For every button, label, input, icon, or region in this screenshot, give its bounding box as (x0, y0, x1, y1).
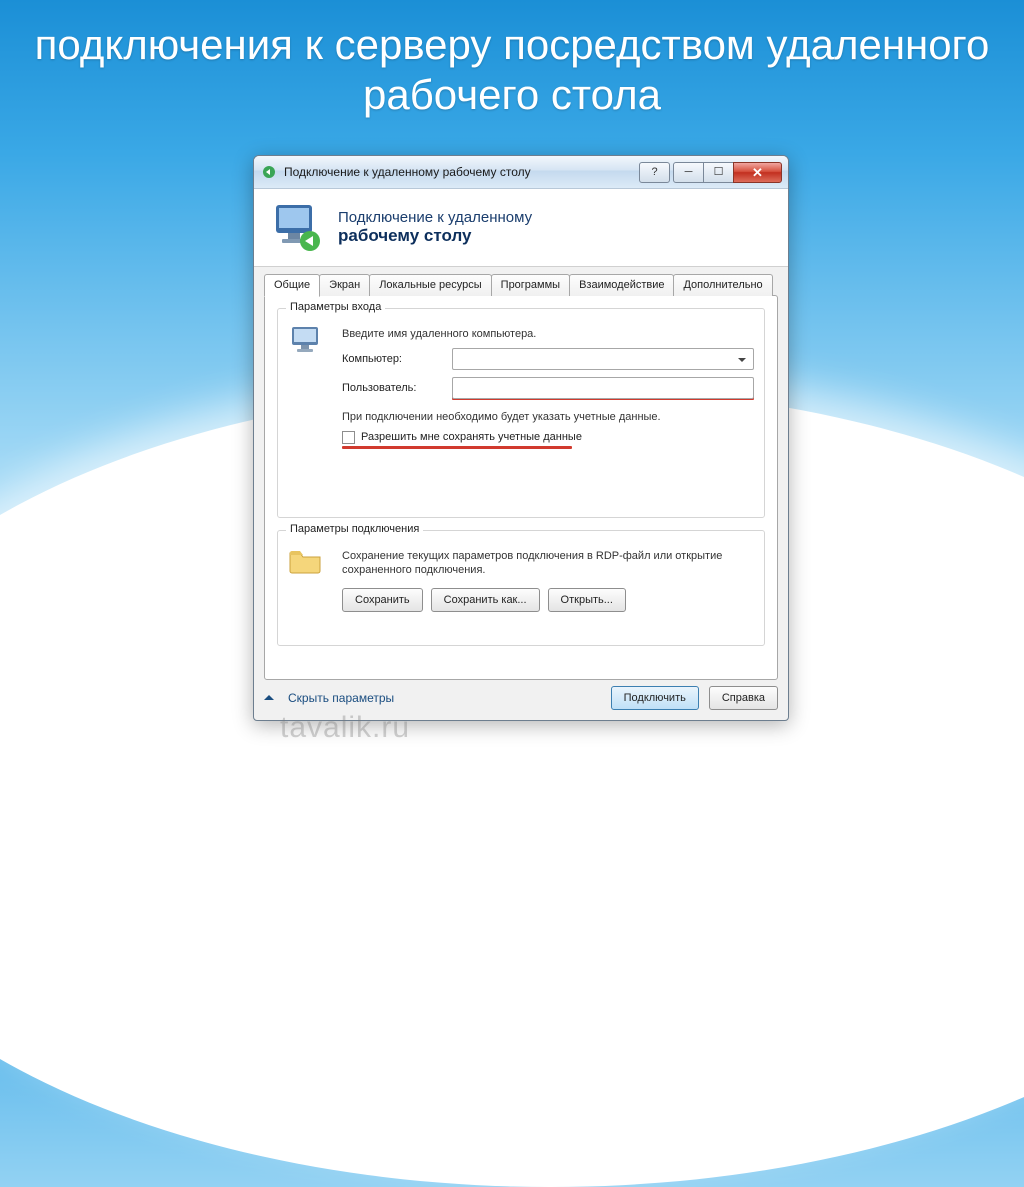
tab-display[interactable]: Экран (319, 274, 370, 296)
dialog-footer: Скрыть параметры Подключить Справка (264, 686, 778, 710)
help-button[interactable]: Справка (709, 686, 778, 710)
computer-label: Компьютер: (342, 353, 442, 365)
rdp-header-icon (270, 201, 324, 255)
help-button-icon[interactable]: ? (639, 162, 670, 183)
group-login: Параметры входа Введите имя удаленного к… (277, 308, 765, 518)
header-line1: Подключение к удаленному (338, 209, 532, 226)
user-label: Пользователь: (342, 382, 442, 394)
dialog-header: Подключение к удаленному рабочему столу (254, 189, 788, 267)
window-title: Подключение к удаленному рабочему столу (284, 165, 640, 179)
titlebar[interactable]: Подключение к удаленному рабочему столу … (254, 156, 788, 189)
save-credentials-label: Разрешить мне сохранять учетные данные (361, 431, 582, 443)
minimize-button[interactable]: ─ (673, 162, 704, 183)
tab-advanced[interactable]: Дополнительно (673, 274, 772, 296)
collapse-arrow-icon (264, 695, 274, 700)
rdp-dialog-window: Подключение к удаленному рабочему столу … (253, 155, 789, 721)
save-button[interactable]: Сохранить (342, 588, 423, 612)
group-connection: Параметры подключения Сохранение текущих… (277, 530, 765, 646)
tab-programs[interactable]: Программы (491, 274, 570, 296)
open-button[interactable]: Открыть... (548, 588, 626, 612)
tab-panel-general: Параметры входа Введите имя удаленного к… (264, 295, 778, 680)
slide-title: подключения к серверу посредством удален… (0, 20, 1024, 121)
close-button[interactable]: ✕ (733, 162, 782, 183)
folder-icon (288, 543, 330, 612)
header-line2: рабочему столу (338, 226, 532, 246)
maximize-button[interactable]: ☐ (703, 162, 734, 183)
computer-icon (288, 321, 330, 449)
save-as-button[interactable]: Сохранить как... (431, 588, 540, 612)
computer-combobox[interactable] (452, 348, 754, 370)
credentials-note: При подключении необходимо будет указать… (342, 410, 754, 424)
connect-button[interactable]: Подключить (611, 686, 699, 710)
tab-local-resources[interactable]: Локальные ресурсы (369, 274, 491, 296)
connection-note: Сохранение текущих параметров подключени… (342, 549, 754, 578)
tab-general[interactable]: Общие (264, 274, 320, 297)
tab-experience[interactable]: Взаимодействие (569, 274, 674, 296)
group-login-legend: Параметры входа (286, 301, 385, 313)
save-credentials-checkbox[interactable] (342, 431, 355, 444)
group-connection-legend: Параметры подключения (286, 523, 423, 535)
login-prompt: Введите имя удаленного компьютера. (342, 327, 754, 341)
tab-strip: Общие Экран Локальные ресурсы Программы … (264, 274, 778, 296)
user-textbox[interactable] (452, 377, 754, 399)
highlight-checkbox (342, 446, 572, 449)
app-icon (260, 163, 278, 181)
hide-options-link[interactable]: Скрыть параметры (288, 691, 394, 705)
